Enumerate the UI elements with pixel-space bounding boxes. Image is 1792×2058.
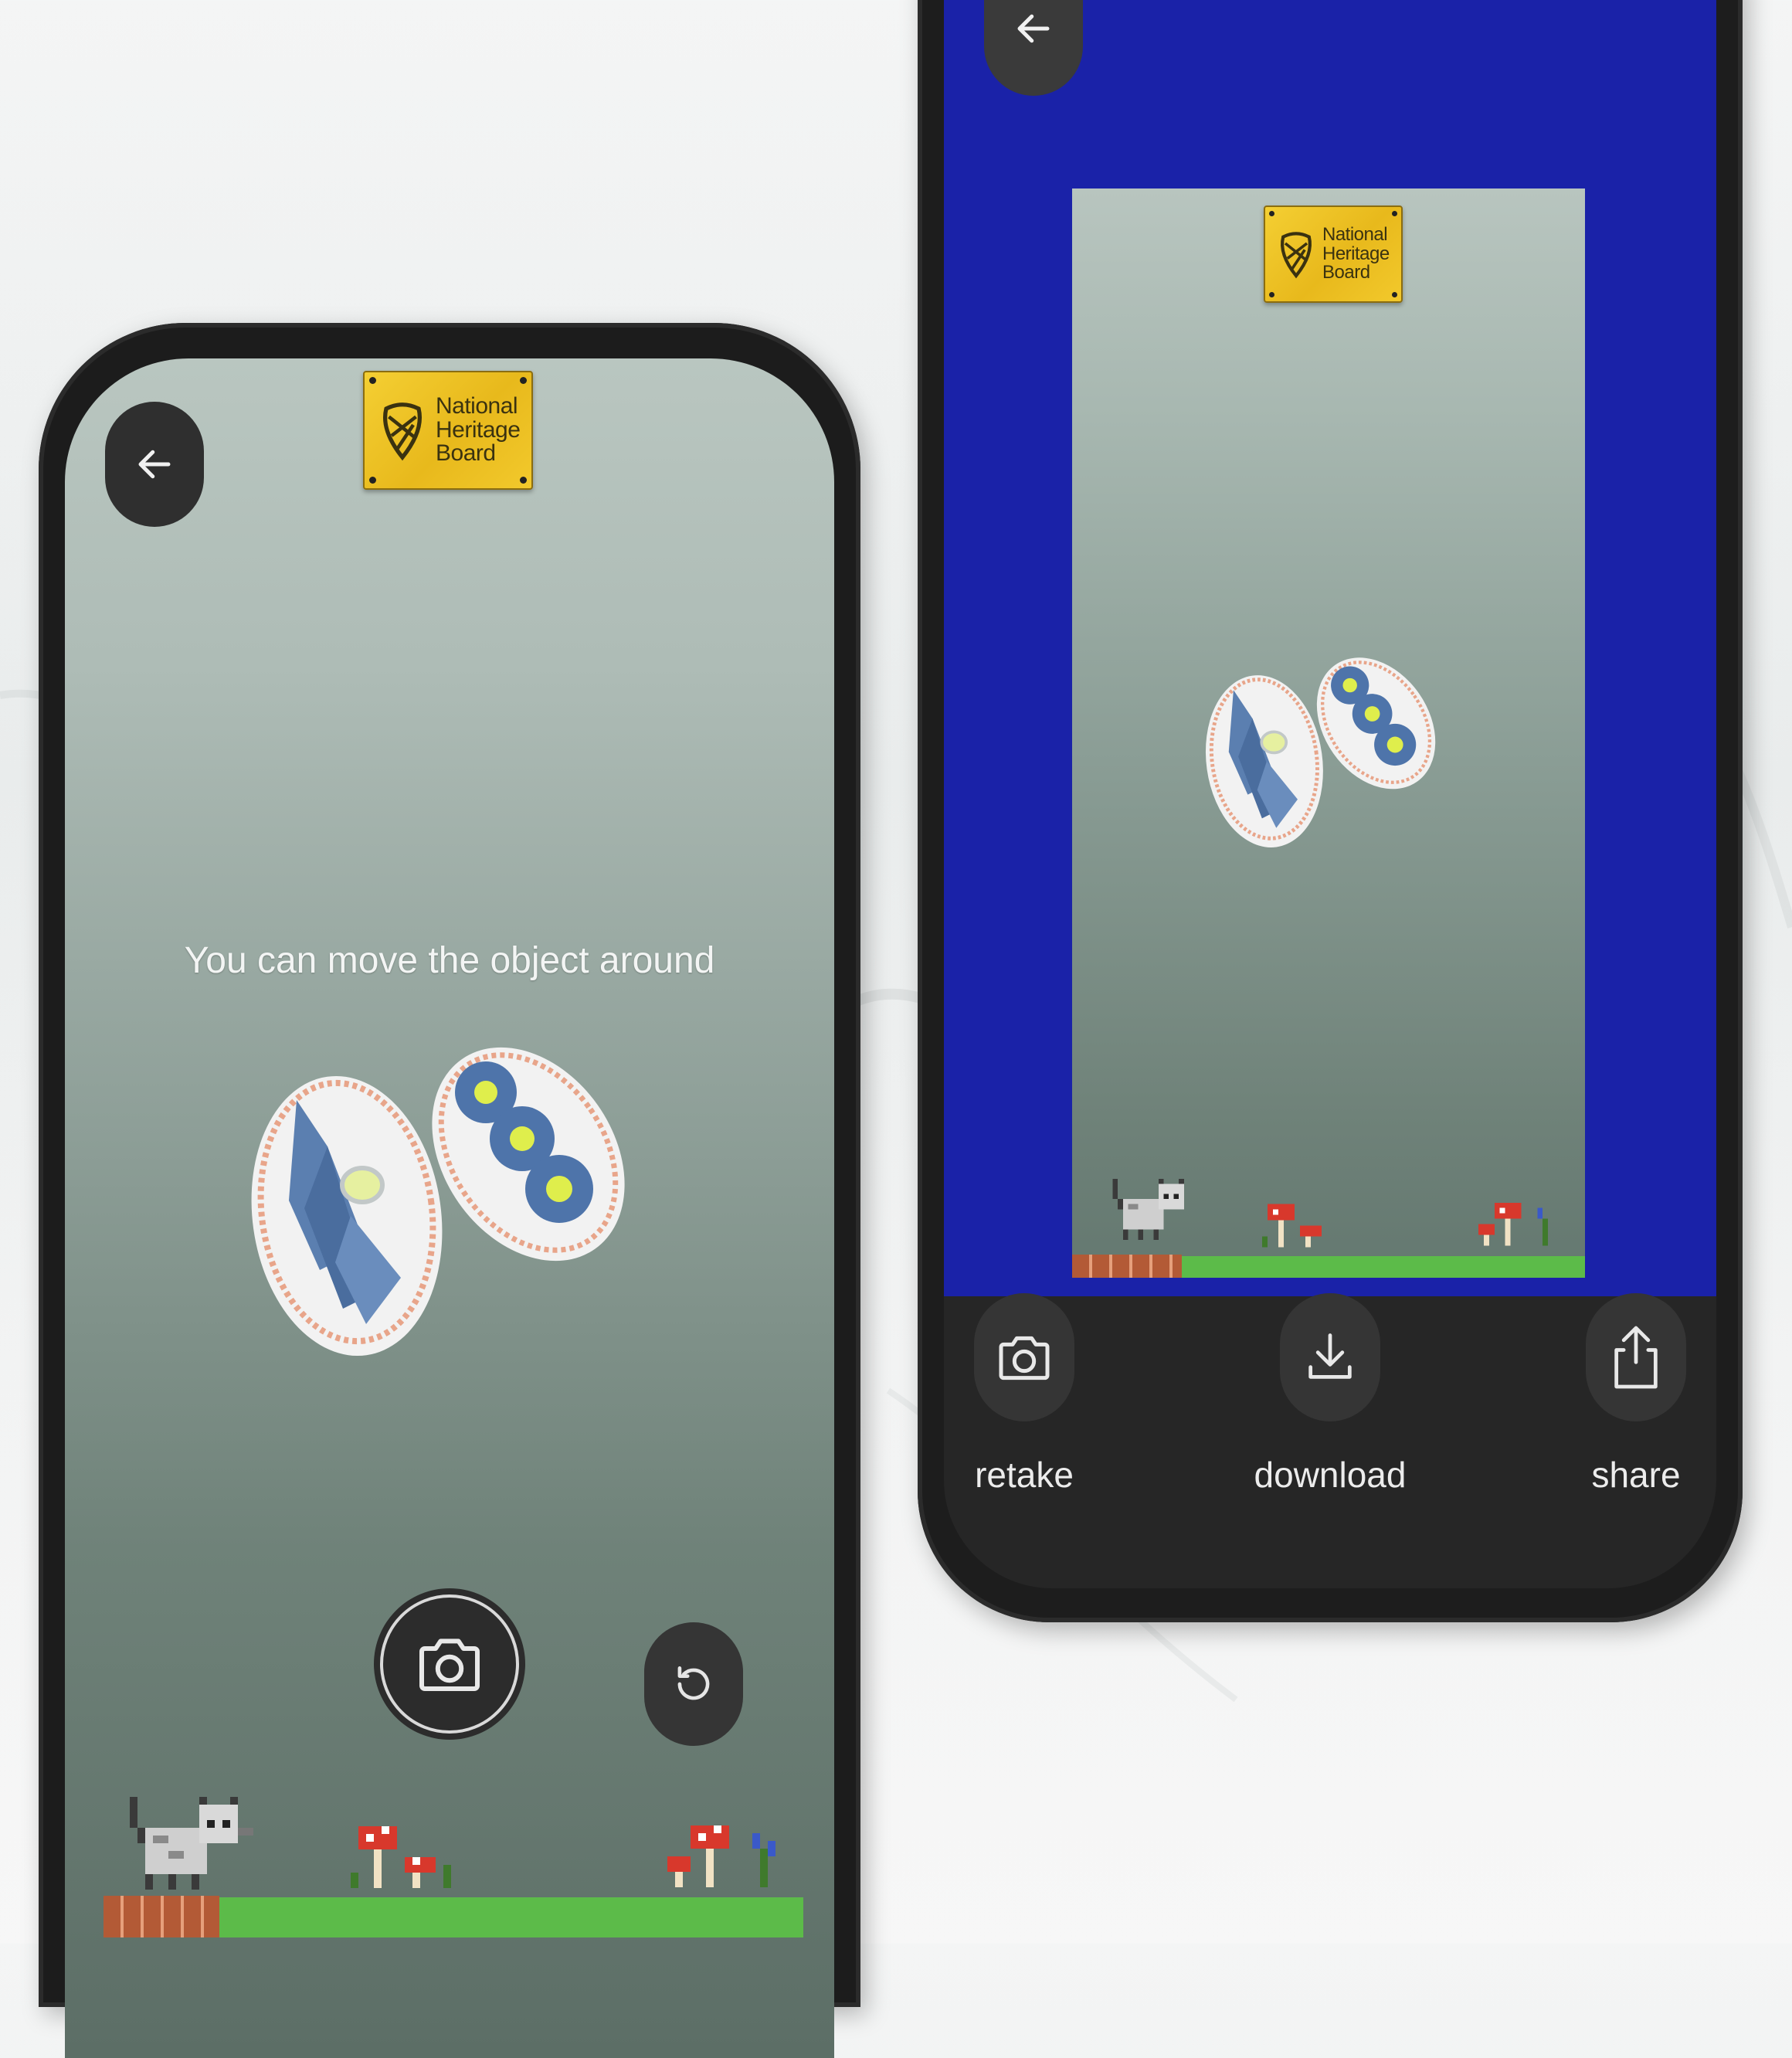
logo-line-3: Board: [436, 440, 496, 467]
heritage-knot-icon: [382, 402, 423, 461]
pixel-mushrooms: [667, 1825, 776, 1887]
logo-line-2: Heritage: [1322, 243, 1390, 264]
share-label: share: [1591, 1455, 1681, 1495]
logo-line-1: National: [1322, 223, 1388, 245]
share-action[interactable]: share: [1559, 1293, 1713, 1496]
pixel-bricks: [1072, 1255, 1182, 1278]
retake-label: retake: [975, 1455, 1074, 1495]
camera-icon: [999, 1336, 1050, 1380]
back-button[interactable]: [105, 402, 204, 527]
heritage-knot-icon: [1281, 232, 1312, 279]
captured-photo: National Heritage Board: [1072, 188, 1585, 1278]
pixel-mushrooms: [351, 1826, 451, 1888]
logo-line-2: Heritage: [436, 416, 521, 443]
download-label: download: [1254, 1455, 1407, 1495]
retake-action[interactable]: retake: [947, 1293, 1101, 1496]
retake-button[interactable]: [974, 1293, 1074, 1421]
arrow-left-icon: [138, 450, 171, 479]
download-icon: [1308, 1333, 1352, 1379]
back-button[interactable]: [984, 0, 1083, 96]
pixel-mushrooms: [1262, 1204, 1322, 1248]
download-action[interactable]: download: [1253, 1293, 1407, 1496]
nhb-logo: National Heritage Board: [1264, 205, 1403, 303]
nhb-logo: National Heritage Board: [363, 371, 533, 490]
logo-line-3: Board: [1322, 262, 1370, 284]
pixel-ground: [1182, 1256, 1585, 1278]
download-button[interactable]: [1280, 1293, 1380, 1421]
pixel-ground: [219, 1897, 803, 1937]
capture-button[interactable]: [374, 1588, 525, 1740]
pixel-cat: [1112, 1178, 1184, 1240]
ar-kueh-plates[interactable]: [250, 1015, 652, 1363]
left-phone-frame: National Heritage Board You can move the…: [39, 323, 860, 2058]
instruction-text: You can move the object around: [184, 940, 715, 981]
photo-preview-screen: National Heritage Board retake download …: [944, 0, 1716, 1588]
logo-line-1: National: [436, 392, 518, 419]
reset-button[interactable]: [644, 1622, 743, 1746]
pixel-cat: [130, 1797, 253, 1890]
right-phone-frame: National Heritage Board retake download …: [918, 0, 1743, 1622]
share-button[interactable]: [1586, 1293, 1686, 1421]
ar-kueh-plates: [1205, 657, 1436, 847]
camera-icon: [419, 1639, 480, 1691]
ar-camera-screen: National Heritage Board You can move the…: [65, 358, 834, 2058]
pixel-mushrooms: [1478, 1202, 1549, 1246]
rotate-ccw-icon: [677, 1666, 710, 1700]
pixel-bricks: [104, 1896, 219, 1937]
share-icon: [1614, 1326, 1658, 1389]
arrow-left-icon: [1017, 14, 1050, 43]
